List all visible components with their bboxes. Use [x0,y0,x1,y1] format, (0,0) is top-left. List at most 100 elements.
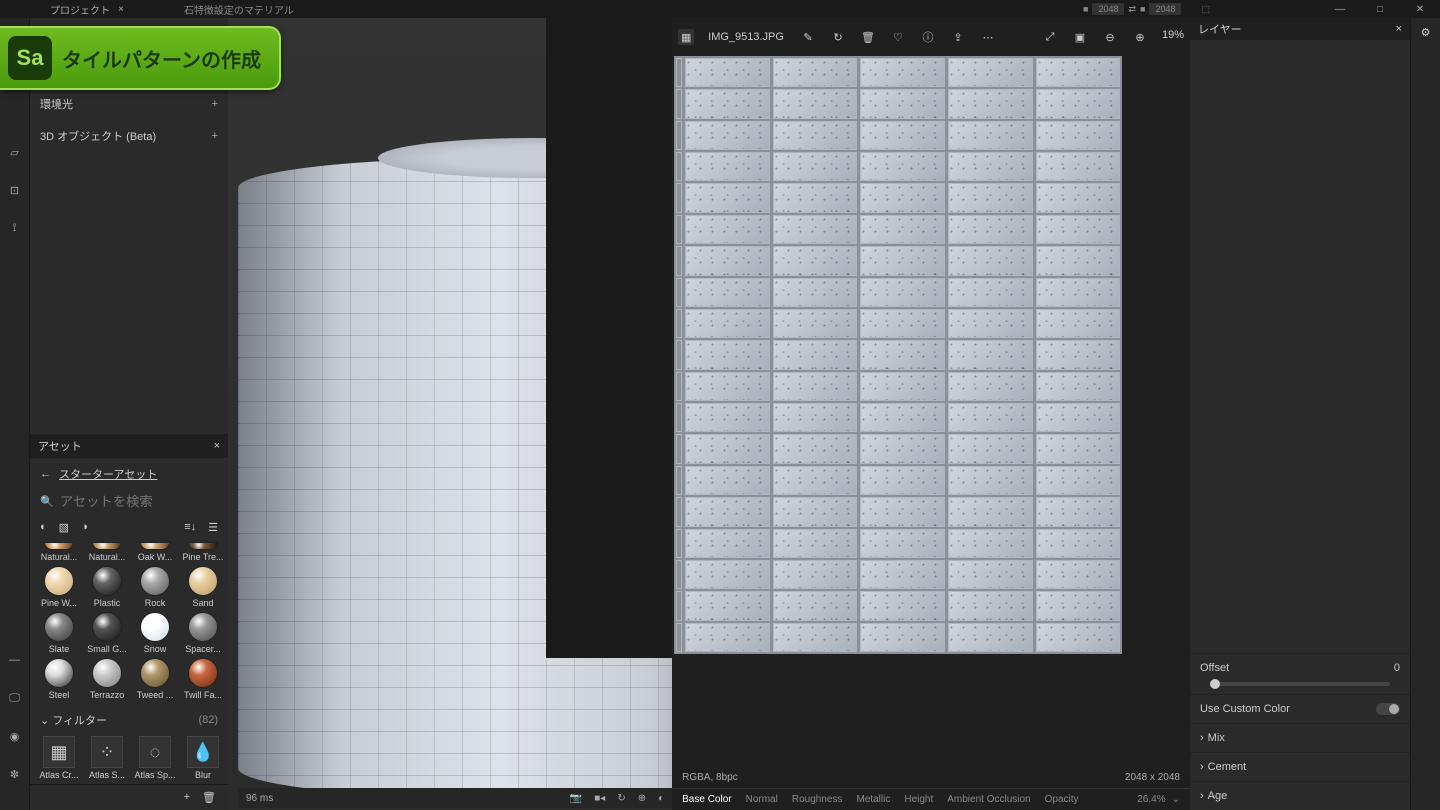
env-section[interactable]: 環境光 + [30,88,228,120]
search-icon: 🔍 [40,495,54,508]
obj3d-section[interactable]: 3D オブジェクト (Beta) + [30,120,228,152]
material-item[interactable]: Plastic [86,566,128,608]
channel-opacity[interactable]: 26.4% ⌄ [1137,794,1180,805]
zoom-in-icon[interactable]: ⊕ [1132,29,1148,45]
toggle[interactable] [1376,703,1400,715]
material-item[interactable]: Spacer... [182,612,224,654]
close-button[interactable]: ✕ [1400,0,1440,18]
heart-icon[interactable]: ♡ [890,29,906,45]
channel-tab[interactable]: Normal [746,794,778,805]
globe-icon[interactable]: ⊕ [638,793,646,804]
info-icon[interactable]: ⓘ [920,29,936,45]
zoom-level: 19% [1162,29,1184,45]
accordion-age[interactable]: › Age [1190,781,1410,810]
material-item[interactable]: Rock [134,566,176,608]
channel-tab[interactable]: Roughness [792,794,843,805]
list-icon[interactable]: ☰ [208,521,218,534]
material-item[interactable]: Slate [38,612,80,654]
offset-property: Offset 0 [1190,653,1410,682]
fit-icon[interactable]: ▣ [1072,29,1088,45]
env-icon[interactable]: ◐ [658,793,664,804]
left-tool-column: ⊕ ▱ ⊡ ⟟ — 🖵 ◉ ✼ [0,18,30,810]
video-icon[interactable]: ■◂ [594,793,605,804]
chevron-down-icon[interactable]: ⌄ [40,715,49,727]
document-tab[interactable]: 石特徴設定のマテリアル [184,2,294,17]
alt-view-icon[interactable]: ◑ [81,521,88,534]
material-item[interactable]: Terrazzo [86,658,128,700]
channel-tabs: Base Color Normal Roughness Metallic Height A… [672,788,1190,810]
expand-icon[interactable]: ⤢ [1042,29,1058,45]
close-icon[interactable]: × [1396,23,1402,35]
share-icon[interactable]: ⇪ [950,29,966,45]
starter-assets-link[interactable]: スターターアセット [59,466,157,482]
reload-icon[interactable]: ↻ [830,29,846,45]
close-icon[interactable]: × [214,440,220,452]
search-input[interactable] [60,494,218,509]
material-item[interactable]: Steel [38,658,80,700]
accordion-mix[interactable]: › Mix [1190,723,1410,752]
material-item[interactable]: Natural... [38,542,80,562]
camera-icon[interactable]: 📷 [570,793,582,804]
material-item[interactable]: Sand [182,566,224,608]
texture-view[interactable] [674,56,1190,758]
settings-icon[interactable]: ✼ [7,766,23,782]
chevron-right-icon: › [1200,761,1204,773]
sphere-view-icon[interactable]: ◐ [40,521,47,534]
use-custom-color[interactable]: Use Custom Color [1190,694,1410,723]
channel-tab[interactable]: Height [904,794,933,805]
channel-tab[interactable]: Opacity [1045,794,1079,805]
image-icon[interactable]: ▦ [678,29,694,45]
material-item[interactable]: Twill Fa... [182,658,224,700]
back-arrow-icon[interactable]: ← [40,468,51,480]
adjust-icon[interactable]: ⚙ [1421,26,1431,39]
channel-tab[interactable]: Base Color [682,794,731,805]
tutorial-badge: Sa タイルパターンの作成 [0,26,281,90]
filter-item[interactable]: 💧Blur [182,736,224,780]
image-view-icon[interactable]: ▧ [59,521,69,534]
filter-item[interactable]: ⁘Atlas S... [86,736,128,780]
material-item[interactable]: Small G... [86,612,128,654]
crop-icon[interactable]: ⊡ [7,182,23,198]
material-item[interactable]: Oak W... [134,542,176,562]
close-icon[interactable]: × [118,4,124,15]
sort-icon[interactable]: ≡↓ [184,521,196,534]
add-asset-icon[interactable]: + [184,791,190,804]
material-item[interactable]: Pine Tre... [182,542,224,562]
plus-icon[interactable]: + [212,130,218,142]
viewport-2d: ▦ IMG_9513.JPG ✎ ↻ 🗑 ♡ ⓘ ⇪ ⋯ ⤢ ▣ ⊖ ⊕ [672,18,1190,810]
refresh-icon[interactable]: ↻ [617,793,625,804]
right-panel: レイヤー × Offset 0 Use Custom Color › Mix ›… [1190,18,1410,810]
viewport-3d[interactable]: 96 ms 📷 ■◂ ↻ ⊕ ◐ [228,18,672,810]
edit-icon[interactable]: ✎ [800,29,816,45]
offset-slider[interactable] [1210,682,1390,686]
trash-icon[interactable]: 🗑 [860,29,876,45]
zoom-out-icon[interactable]: ⊖ [1102,29,1118,45]
delete-asset-icon[interactable]: 🗑 [202,791,216,804]
minimize-button[interactable]: — [1320,0,1360,18]
filter-item[interactable]: ◌Atlas Sp... [134,736,176,780]
chevron-right-icon: › [1200,732,1204,744]
material-item[interactable]: Natural... [86,542,128,562]
project-tab[interactable]: プロジェクト × [0,2,134,17]
material-item[interactable]: Tweed ... [134,658,176,700]
material-item[interactable]: Snow [134,612,176,654]
globe-icon[interactable]: ◉ [7,728,23,744]
more-icon[interactable]: ⋯ [980,29,996,45]
filter-grid: ▦Atlas Cr...⁘Atlas S...◌Atlas Sp...💧Blur [30,732,228,784]
channel-tab[interactable]: Ambient Occlusion [947,794,1030,805]
filter-item[interactable]: ▦Atlas Cr... [38,736,80,780]
file-icon[interactable]: ▱ [7,144,23,160]
titlebar: プロジェクト × 石特徴設定のマテリアル ■2048 ⇄ ■2048 ⬚ — □… [0,0,1440,18]
asset-search[interactable]: 🔍 [30,490,228,517]
line-icon[interactable]: — [7,652,23,668]
monitor-icon[interactable]: 🖵 [7,690,23,706]
maximize-button[interactable]: □ [1360,0,1400,18]
accordion-cement[interactable]: › Cement [1190,752,1410,781]
material-item[interactable]: Pine W... [38,566,80,608]
assets-header: アセット × [30,434,228,458]
stamp-icon[interactable]: ⟟ [7,220,23,236]
plus-icon[interactable]: + [212,98,218,110]
left-panel: 環境光 + 3D オブジェクト (Beta) + アセット × ← スターターア… [30,18,228,810]
channel-tab[interactable]: Metallic [856,794,890,805]
top-resolution-controls: ■2048 ⇄ ■2048 ⬚ [1083,0,1210,18]
